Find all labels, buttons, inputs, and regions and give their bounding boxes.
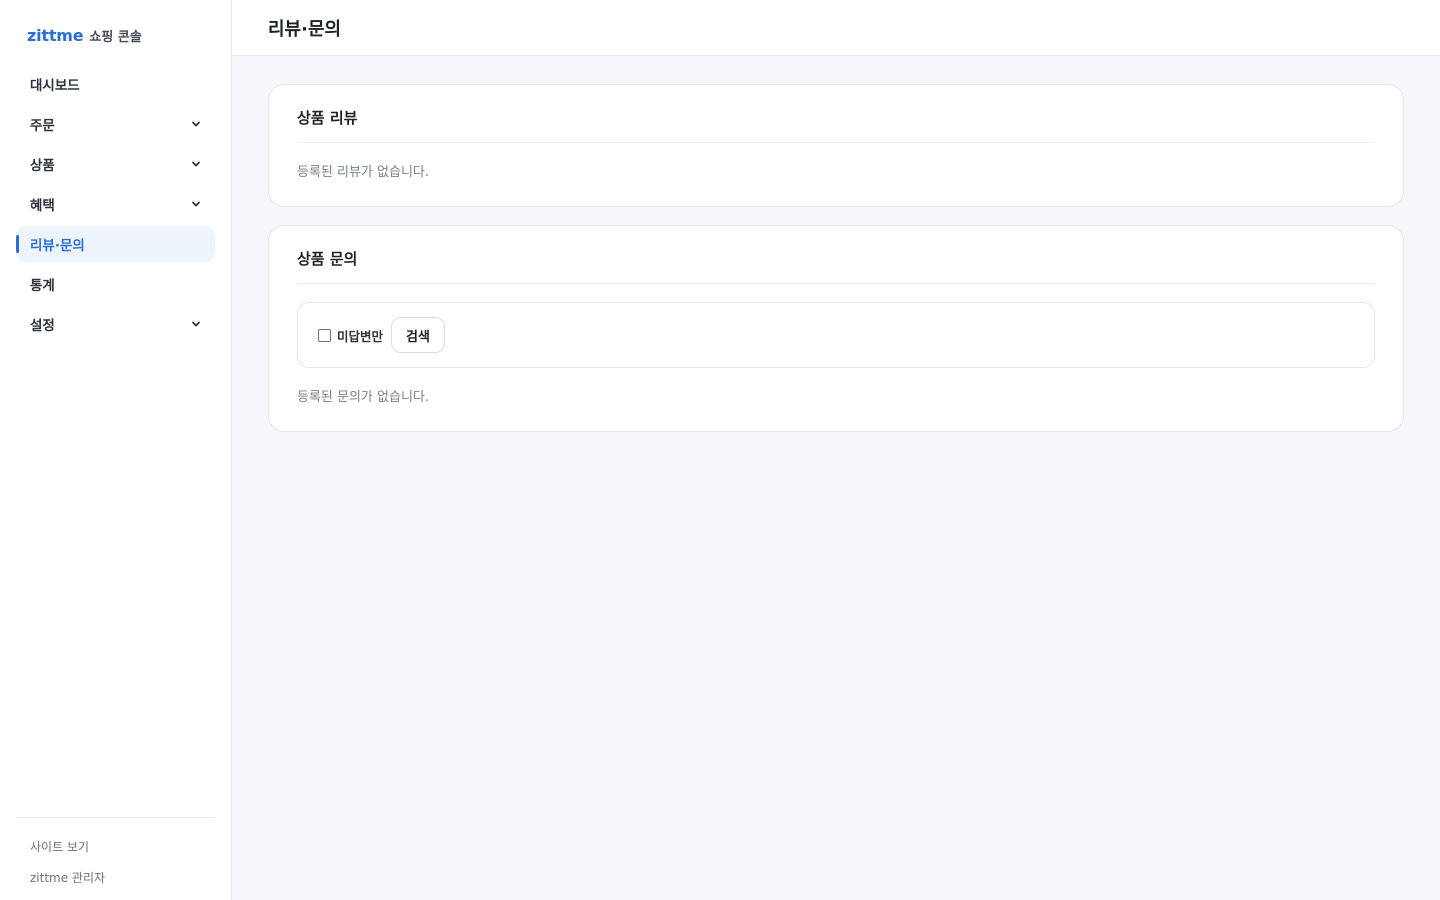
sidebar-item-label: 주문	[30, 118, 55, 134]
brand-subtitle: 쇼핑 콘솔	[89, 30, 142, 45]
chevron-down-icon	[191, 199, 201, 209]
reviews-card-title: 상품 리뷰	[297, 107, 1375, 143]
inquiries-card-title: 상품 문의	[297, 248, 1375, 284]
main-area: 리뷰·문의 상품 리뷰 등록된 리뷰가 없습니다. 상품 문의 미답변만 검색 …	[232, 0, 1440, 900]
inquiries-empty-message: 등록된 문의가 없습니다.	[297, 390, 429, 405]
sidebar-item-dashboard[interactable]: 대시보드	[16, 66, 215, 102]
sidebar-item-label: 대시보드	[30, 78, 80, 94]
sidebar-footer: 사이트 보기 zittme 관리자	[16, 817, 215, 900]
view-site-link[interactable]: 사이트 보기	[30, 838, 201, 855]
sidebar-item-label: 설정	[30, 318, 55, 334]
unanswered-only-toggle[interactable]: 미답변만	[318, 326, 383, 345]
content: 상품 리뷰 등록된 리뷰가 없습니다. 상품 문의 미답변만 검색 등록된 문의…	[232, 56, 1440, 432]
sidebar-item-reviews-inquiries[interactable]: 리뷰·문의	[16, 226, 215, 262]
chevron-down-icon	[191, 119, 201, 129]
sidebar-item-orders[interactable]: 주문	[16, 106, 215, 142]
sidebar-item-label: 상품	[30, 158, 55, 174]
reviews-card: 상품 리뷰 등록된 리뷰가 없습니다.	[268, 84, 1404, 207]
inquiry-filter-bar: 미답변만 검색	[297, 302, 1375, 368]
admin-user-label: zittme 관리자	[30, 871, 106, 885]
brand[interactable]: zittme 쇼핑 콘솔	[16, 0, 215, 66]
sidebar-item-label: 혜택	[30, 198, 55, 214]
topbar: 리뷰·문의	[232, 0, 1440, 56]
sidebar-item-settings[interactable]: 설정	[16, 306, 215, 342]
sidebar-item-benefits[interactable]: 혜택	[16, 186, 215, 222]
sidebar-nav: 대시보드 주문 상품 혜택 리뷰·문의 통계 설정	[16, 66, 215, 342]
search-button[interactable]: 검색	[391, 317, 445, 353]
sidebar-item-label: 리뷰·문의	[30, 238, 85, 254]
page-title: 리뷰·문의	[268, 18, 342, 40]
app-root: zittme 쇼핑 콘솔 대시보드 주문 상품 혜택 리뷰·문의 통계 설정 사…	[0, 0, 1440, 900]
sidebar-item-products[interactable]: 상품	[16, 146, 215, 182]
unanswered-only-label: 미답변만	[337, 328, 384, 344]
sidebar: zittme 쇼핑 콘솔 대시보드 주문 상품 혜택 리뷰·문의 통계 설정 사…	[0, 0, 232, 900]
sidebar-item-statistics[interactable]: 통계	[16, 266, 215, 302]
sidebar-item-label: 통계	[30, 278, 55, 294]
inquiries-card: 상품 문의 미답변만 검색 등록된 문의가 없습니다.	[268, 225, 1404, 432]
chevron-down-icon	[191, 319, 201, 329]
chevron-down-icon	[191, 159, 201, 169]
unanswered-only-checkbox[interactable]	[318, 328, 331, 342]
reviews-empty-message: 등록된 리뷰가 없습니다.	[297, 165, 429, 180]
brand-logo[interactable]: zittme	[27, 26, 84, 45]
